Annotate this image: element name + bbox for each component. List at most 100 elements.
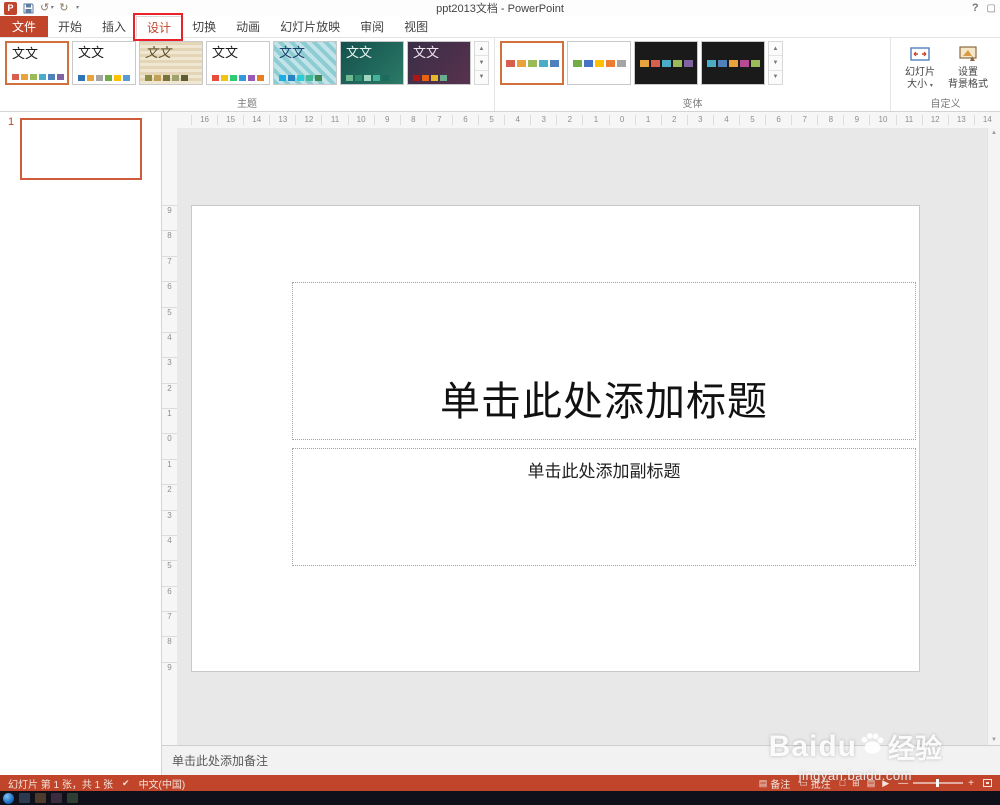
themes-gallery-scroll: ▲ ▼ ▼ xyxy=(474,41,489,85)
ruler-number: 1 xyxy=(162,408,177,418)
tab-design[interactable]: 设计 xyxy=(136,16,183,38)
customize-group: 幻灯片 大小 ▾ 设置 背景格式 自定义 xyxy=(891,38,1000,111)
undo-icon[interactable]: ↺ ▾ xyxy=(40,2,53,14)
tab-review[interactable]: 审阅 xyxy=(350,16,394,37)
slide-thumbnail[interactable] xyxy=(20,118,143,180)
variant-thumbnail-2[interactable] xyxy=(567,41,631,85)
gallery-scroll-up-icon[interactable]: ▲ xyxy=(475,42,488,57)
taskbar-app-icon[interactable] xyxy=(19,793,30,803)
tab-insert[interactable]: 插入 xyxy=(92,16,136,37)
theme-thumbnail-2[interactable]: 文文 xyxy=(72,41,136,85)
qat-customize-icon[interactable]: ▾ xyxy=(74,2,78,14)
ruler-number: 9 xyxy=(162,205,177,215)
title-placeholder[interactable]: 单击此处添加标题 xyxy=(292,282,916,440)
ribbon-display-options-icon[interactable]: ▢ xyxy=(987,3,996,14)
redo-icon[interactable]: ↻ xyxy=(59,2,68,14)
format-background-label-line2: 背景格式 xyxy=(948,79,988,90)
zoom-in-icon[interactable]: + xyxy=(968,778,974,789)
theme-thumbnail-3[interactable]: 文文 xyxy=(139,41,203,85)
slide-size-icon xyxy=(910,47,930,61)
horizontal-ruler-numbers: 16 15 14 13 12 11 10 9 8 7 6 5 4 3 2 1 0 1 2 3 4 5 6 7 8 9 10 11 12 1… xyxy=(191,112,1000,128)
theme-thumbnail-6[interactable]: 文文 xyxy=(340,41,404,85)
variants-group-label: 变体 xyxy=(682,99,703,110)
help-icon[interactable]: ? xyxy=(972,2,979,14)
ruler-number: 11 xyxy=(895,115,922,125)
ruler-number: 4 xyxy=(162,331,177,342)
ruler-number: 7 xyxy=(791,115,817,125)
ruler-number: 12 xyxy=(921,115,948,125)
theme-thumbnail-label: 文文 xyxy=(413,45,440,60)
scroll-down-icon[interactable]: ▼ xyxy=(991,737,997,743)
theme-color-swatches xyxy=(140,75,202,84)
theme-thumbnail-7[interactable]: 文文 xyxy=(407,41,471,85)
slideshow-view-icon[interactable]: ▶ xyxy=(882,778,889,789)
taskbar-app-icon[interactable] xyxy=(51,793,62,803)
ruler-number: 1 xyxy=(582,115,608,125)
vertical-scrollbar[interactable]: ▲ ▼ xyxy=(987,128,1000,745)
ruler-number: 5 xyxy=(478,115,504,125)
themes-gallery: 文文 文文 文文 文文 文文 文文 文文 xyxy=(5,41,471,85)
tab-transitions[interactable]: 切换 xyxy=(182,16,226,37)
gallery-scroll-down-icon[interactable]: ▼ xyxy=(475,56,488,71)
notes-toggle[interactable]: ▤ 备注 xyxy=(759,776,791,791)
themes-group-label: 主题 xyxy=(237,99,257,110)
tab-home[interactable]: 开始 xyxy=(48,16,92,37)
ruler-number: 3 xyxy=(530,115,556,125)
theme-thumbnail-4[interactable]: 文文 xyxy=(206,41,270,85)
ruler-number: 6 xyxy=(162,585,177,596)
comments-toggle[interactable]: ▭ 批注 xyxy=(799,776,831,791)
taskbar-app-icon[interactable] xyxy=(67,793,78,803)
start-button-icon[interactable] xyxy=(3,792,14,804)
format-background-icon xyxy=(959,46,977,61)
reading-view-icon[interactable]: ▤ xyxy=(867,778,876,789)
slide-thumbnail-panel: 1 xyxy=(0,112,162,775)
ruler-number: 2 xyxy=(660,115,687,125)
gallery-scroll-down-icon[interactable]: ▼ xyxy=(769,56,782,71)
tab-animations[interactable]: 动画 xyxy=(226,16,270,37)
ruler-number: 7 xyxy=(425,115,452,125)
theme-thumbnail-label: 文文 xyxy=(279,45,306,60)
variants-group: ▲ ▼ ▼ 变体 xyxy=(495,38,891,111)
slide-size-button[interactable]: 幻灯片 大小 ▾ xyxy=(896,41,944,91)
spellcheck-icon[interactable]: ✔ xyxy=(122,778,130,789)
slide-canvas[interactable]: 单击此处添加标题 单击此处添加副标题 ▲ ▼ xyxy=(177,128,1000,745)
gallery-more-icon[interactable]: ▼ xyxy=(475,70,488,84)
zoom-slider[interactable] xyxy=(913,779,964,787)
theme-color-swatches xyxy=(572,59,626,67)
zoom-out-icon[interactable]: — xyxy=(898,778,908,789)
normal-view-icon[interactable]: □ xyxy=(840,778,845,789)
ruler-number: 11 xyxy=(321,115,347,125)
status-bar: 幻灯片 第 1 张，共 1 张 ✔ 中文(中国) ▤ 备注 ▭ 批注 □ ⊞ ▤ ▶… xyxy=(0,775,1000,791)
theme-thumbnail-5[interactable]: 文文 xyxy=(273,41,337,85)
fit-to-window-icon[interactable] xyxy=(983,779,992,787)
ruler-number: 2 xyxy=(162,382,177,393)
notes-pane[interactable]: 单击此处添加备注 xyxy=(162,745,1000,775)
ruler-number: 8 xyxy=(162,636,177,646)
theme-thumbnail-label: 文文 xyxy=(212,45,239,60)
gallery-more-icon[interactable]: ▼ xyxy=(769,70,782,84)
gallery-scroll-up-icon[interactable]: ▲ xyxy=(769,42,782,57)
subtitle-placeholder[interactable]: 单击此处添加副标题 xyxy=(292,448,916,566)
variant-thumbnail-3[interactable] xyxy=(634,41,698,85)
tab-slideshow[interactable]: 幻灯片放映 xyxy=(270,16,350,37)
variant-thumbnail-1[interactable] xyxy=(500,41,564,85)
format-background-button[interactable]: 设置 背景格式 xyxy=(944,41,992,91)
tab-file[interactable]: 文件 xyxy=(0,16,49,37)
scroll-up-icon[interactable]: ▲ xyxy=(991,130,997,136)
titlebar: P ↺ ▾ ↻ ▾ ppt2013文档 - PowerPoint ? ▢ xyxy=(0,0,1000,16)
theme-thumbnail-1[interactable]: 文文 xyxy=(5,41,69,85)
zoom-slider-thumb[interactable] xyxy=(935,779,939,787)
taskbar-app-icon[interactable] xyxy=(35,793,46,803)
subtitle-placeholder-text: 单击此处添加副标题 xyxy=(527,462,681,481)
ruler-number: 2 xyxy=(556,115,582,125)
variant-thumbnail-4[interactable] xyxy=(701,41,765,85)
language-indicator[interactable]: 中文(中国) xyxy=(139,776,186,791)
save-icon[interactable] xyxy=(23,3,34,14)
tab-view[interactable]: 视图 xyxy=(394,16,438,37)
theme-thumbnail-label: 文文 xyxy=(12,46,39,61)
window-title: ppt2013文档 - PowerPoint xyxy=(436,3,564,15)
slide-sorter-view-icon[interactable]: ⊞ xyxy=(852,778,860,789)
floppy-disk-icon xyxy=(23,3,34,13)
slide[interactable]: 单击此处添加标题 单击此处添加副标题 xyxy=(191,205,920,672)
ruler-number: 7 xyxy=(162,611,177,621)
